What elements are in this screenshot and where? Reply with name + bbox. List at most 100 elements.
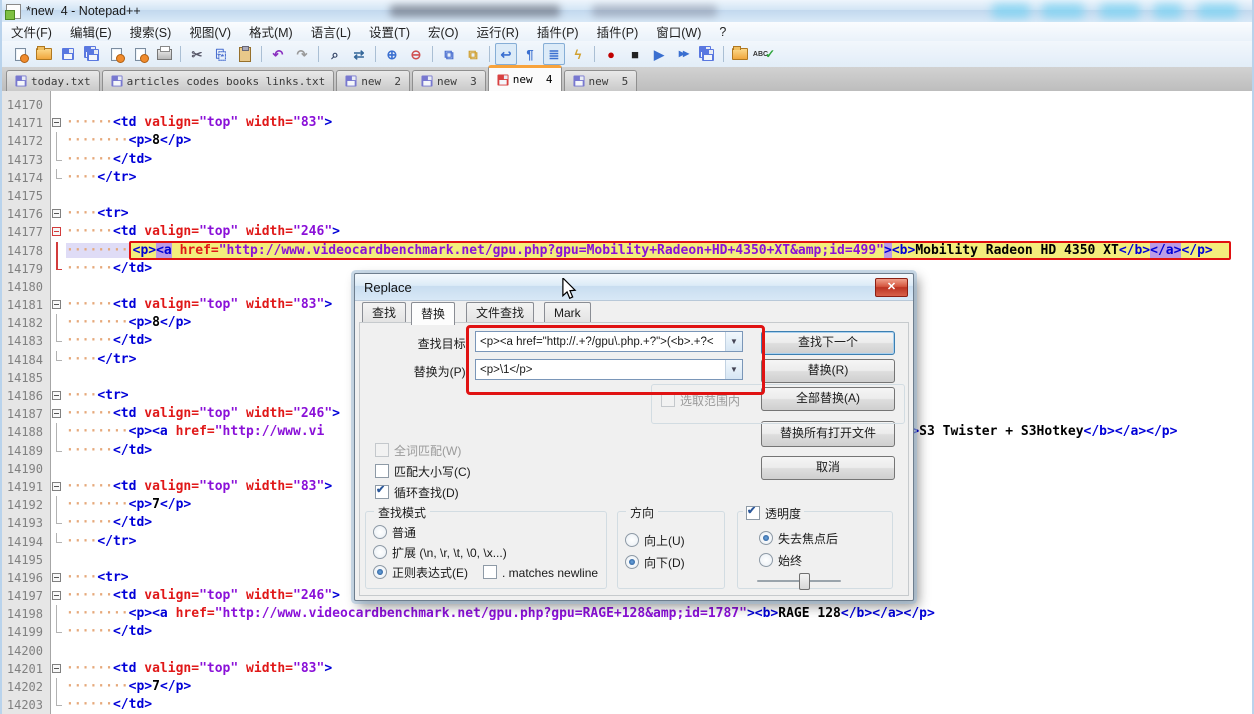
- code-line[interactable]: 14173······</td>: [2, 151, 1252, 169]
- macro-save-icon[interactable]: [696, 43, 718, 65]
- transparency-on-losing-focus-radio[interactable]: 失去焦点后: [759, 530, 838, 547]
- sync-scroll-v-icon[interactable]: ⧉: [438, 43, 460, 65]
- dialog-close-button[interactable]: ✕: [875, 278, 908, 297]
- search-mode-normal-radio[interactable]: 普通: [373, 524, 416, 541]
- menu-item[interactable]: 语言(L): [302, 21, 360, 42]
- wrap-around-checkbox[interactable]: 循环查找(D): [375, 484, 459, 501]
- code-line[interactable]: 14177······<td valign="top" width="246">: [2, 223, 1252, 241]
- save-icon[interactable]: [57, 43, 79, 65]
- function-list-icon[interactable]: ϟ: [567, 43, 589, 65]
- redo-icon[interactable]: ↷: [291, 43, 313, 65]
- macro-play-icon[interactable]: ▶: [648, 43, 670, 65]
- replace-with-value[interactable]: <p>\1</p>: [476, 364, 725, 376]
- replace-icon[interactable]: ⇄: [348, 43, 370, 65]
- code-line[interactable]: 14203······</td>: [2, 696, 1252, 714]
- matches-newline-checkbox[interactable]: . matches newline: [483, 565, 598, 580]
- open-file-icon[interactable]: [33, 43, 55, 65]
- tab-replace[interactable]: 替换: [411, 302, 455, 325]
- sync-scroll-h-icon[interactable]: ⧉: [462, 43, 484, 65]
- macro-record-icon[interactable]: ●: [600, 43, 622, 65]
- direction-up-radio[interactable]: 向上(U): [625, 532, 685, 549]
- print-icon[interactable]: [153, 43, 175, 65]
- tab-new-4[interactable]: new 4: [488, 65, 562, 91]
- dialog-title-bar[interactable]: Replace: [355, 274, 913, 301]
- code-line[interactable]: 14175: [2, 187, 1252, 205]
- fold-toggle-icon[interactable]: [50, 387, 66, 405]
- menu-item[interactable]: 运行(R): [468, 21, 528, 42]
- menu-item[interactable]: 插件(P): [588, 21, 648, 42]
- tab-new-3[interactable]: new 3: [412, 70, 486, 91]
- direction-down-radio[interactable]: 向下(D): [625, 554, 685, 571]
- code-line[interactable]: 14202········<p>7</p>: [2, 678, 1252, 696]
- code-line[interactable]: 14201······<td valign="top" width="83">: [2, 660, 1252, 678]
- tab-new-2[interactable]: new 2: [336, 70, 410, 91]
- fold-toggle-icon[interactable]: [50, 405, 66, 423]
- fold-toggle-icon[interactable]: [50, 569, 66, 587]
- fold-toggle-icon[interactable]: [50, 223, 66, 241]
- code-line[interactable]: 14171······<td valign="top" width="83">: [2, 114, 1252, 132]
- cut-icon[interactable]: ✂: [186, 43, 208, 65]
- tab-new-5[interactable]: new 5: [564, 70, 638, 91]
- replace-with-combobox[interactable]: <p>\1</p> ▼: [475, 359, 743, 380]
- find-next-button[interactable]: 查找下一个: [761, 331, 895, 355]
- menu-item[interactable]: 编辑(E): [61, 21, 121, 42]
- code-line[interactable]: 14199······</td>: [2, 623, 1252, 641]
- tab-find-in-files[interactable]: 文件查找: [466, 302, 534, 323]
- transparency-slider[interactable]: [757, 573, 841, 588]
- fold-toggle-icon[interactable]: [50, 587, 66, 605]
- menu-item[interactable]: 格式(M): [240, 21, 302, 42]
- macro-run-multi-icon[interactable]: ▶▶: [672, 43, 694, 65]
- close-icon[interactable]: [105, 43, 127, 65]
- menu-item[interactable]: 文件(F): [2, 21, 61, 42]
- slider-thumb[interactable]: [799, 573, 810, 590]
- menu-item[interactable]: ?: [710, 24, 735, 40]
- menu-item[interactable]: 窗口(W): [647, 21, 710, 42]
- doc-switcher-icon[interactable]: [729, 43, 751, 65]
- fold-toggle-icon[interactable]: [50, 660, 66, 678]
- in-selection-checkbox[interactable]: 选取范围内: [661, 392, 740, 409]
- find-what-combobox[interactable]: <p><a href="http://.+?/gpu\.php.+?">(<b>…: [475, 331, 743, 352]
- save-all-icon[interactable]: [81, 43, 103, 65]
- code-line[interactable]: 14200: [2, 642, 1252, 660]
- paste-icon[interactable]: [234, 43, 256, 65]
- search-mode-extended-radio[interactable]: 扩展 (\n, \r, \t, \0, \x...): [373, 544, 507, 561]
- zoom-in-icon[interactable]: ⊕: [381, 43, 403, 65]
- close-all-icon[interactable]: [129, 43, 151, 65]
- transparency-always-radio[interactable]: 始终: [759, 552, 802, 569]
- tab-today.txt[interactable]: today.txt: [6, 70, 100, 91]
- word-wrap-icon[interactable]: ↩: [495, 43, 517, 65]
- search-mode-regex-radio[interactable]: 正则表达式(E): [373, 564, 468, 581]
- code-line[interactable]: 14170: [2, 96, 1252, 114]
- code-line[interactable]: 14198········<p><a href="http://www.vide…: [2, 605, 1252, 623]
- whole-word-checkbox[interactable]: 全词匹配(W): [375, 442, 461, 459]
- zoom-out-icon[interactable]: ⊖: [405, 43, 427, 65]
- tab-mark[interactable]: Mark: [544, 302, 591, 323]
- match-case-checkbox[interactable]: 匹配大小写(C): [375, 463, 471, 480]
- transparency-checkbox[interactable]: 透明度: [743, 505, 804, 522]
- code-line[interactable]: 14174····</tr>: [2, 169, 1252, 187]
- undo-icon[interactable]: ↶: [267, 43, 289, 65]
- new-file-icon[interactable]: [9, 43, 31, 65]
- find-icon[interactable]: ⌕: [324, 43, 346, 65]
- fold-toggle-icon[interactable]: [50, 205, 66, 223]
- replace-all-open-docs-button[interactable]: 替换所有打开文件: [761, 421, 895, 447]
- menu-item[interactable]: 视图(V): [180, 21, 240, 42]
- menu-item[interactable]: 搜索(S): [121, 21, 181, 42]
- menu-item[interactable]: 插件(P): [528, 21, 588, 42]
- code-line[interactable]: 14178········<p><a href="http://www.vide…: [2, 242, 1252, 260]
- cancel-button[interactable]: 取消: [761, 456, 895, 480]
- code-line[interactable]: 14176····<tr>: [2, 205, 1252, 223]
- replace-button[interactable]: 替换(R): [761, 359, 895, 383]
- fold-toggle-icon[interactable]: [50, 296, 66, 314]
- find-what-value[interactable]: <p><a href="http://.+?/gpu\.php.+?">(<b>…: [476, 336, 725, 348]
- show-symbol-icon[interactable]: ¶: [519, 43, 541, 65]
- fold-toggle-icon[interactable]: [50, 478, 66, 496]
- macro-stop-icon[interactable]: ■: [624, 43, 646, 65]
- copy-icon[interactable]: ⎘: [210, 43, 232, 65]
- tab-articles-codes-books-links.txt[interactable]: articles codes books links.txt: [102, 70, 335, 91]
- chevron-down-icon[interactable]: ▼: [725, 332, 742, 351]
- tab-find[interactable]: 查找: [362, 302, 406, 323]
- menu-item[interactable]: 宏(O): [419, 21, 468, 42]
- chevron-down-icon[interactable]: ▼: [725, 360, 742, 379]
- spell-check-icon[interactable]: ABC✓: [753, 43, 775, 65]
